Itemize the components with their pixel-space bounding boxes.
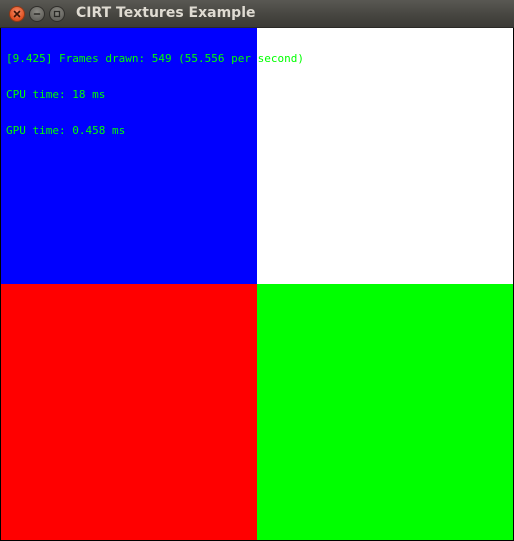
maximize-button[interactable] (49, 6, 65, 22)
texture-quad-green (257, 284, 513, 540)
title-bar[interactable]: CIRT Textures Example (0, 0, 514, 28)
stats-overlay: [9.425] Frames drawn: 549 (55.556 per se… (6, 29, 304, 161)
minimize-button[interactable] (29, 6, 45, 22)
gpu-time-text: GPU time: 0.458 ms (6, 124, 126, 137)
window-controls (9, 6, 65, 22)
window-title: CIRT Textures Example (76, 5, 256, 21)
minimize-icon (33, 13, 41, 15)
render-canvas[interactable]: [9.425] Frames drawn: 549 (55.556 per se… (1, 28, 513, 540)
cpu-time-text: CPU time: 18 ms (6, 88, 106, 101)
maximize-icon (53, 10, 61, 18)
app-window: CIRT Textures Example [9.425] Frames dra… (0, 0, 514, 541)
close-button[interactable] (9, 6, 25, 22)
frames-drawn-text: [9.425] Frames drawn: 549 (55.556 per se… (6, 52, 305, 65)
texture-quad-red (1, 284, 257, 540)
close-icon (13, 10, 21, 18)
